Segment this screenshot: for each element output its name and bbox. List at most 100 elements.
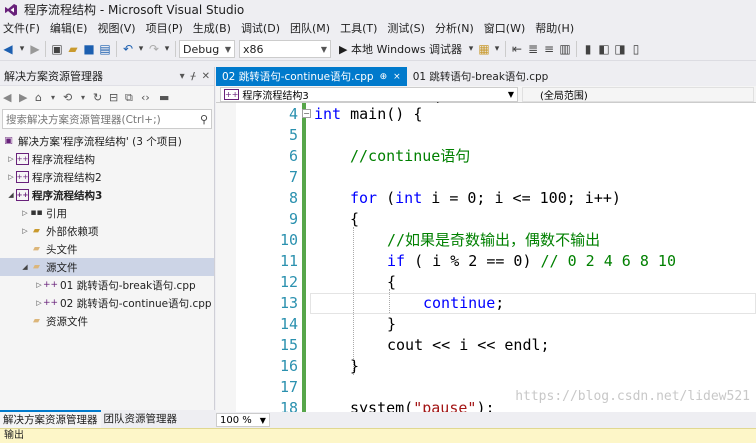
zoom-value: 100 % <box>220 414 252 426</box>
menu-team[interactable]: 团队(M) <box>287 19 337 38</box>
menu-window[interactable]: 窗口(W) <box>481 19 532 38</box>
panel-menu-icon[interactable]: ▾ <box>180 71 185 82</box>
tree-item-external-deps[interactable]: ▷ ▰ 外部依赖项 <box>0 222 214 240</box>
comment-icon[interactable]: ▥ <box>557 40 573 58</box>
menu-tools[interactable]: 工具(T) <box>337 19 384 38</box>
menu-build[interactable]: 生成(B) <box>190 19 238 38</box>
zoom-dropdown[interactable]: 100 % ▼ <box>216 413 270 427</box>
solution-search-input[interactable]: 搜索解决方案资源管理器(Ctrl+;) ⚲ <box>2 109 212 129</box>
code-line-9: { <box>350 210 360 228</box>
expand-icon[interactable]: ▷ <box>20 209 30 217</box>
code-line-16: } <box>350 357 360 375</box>
tree-item-references[interactable]: ▷ ▪▪ 引用 <box>0 204 214 222</box>
scope-dropdown[interactable]: (全局范围) <box>522 86 754 102</box>
project-dropdown[interactable]: ++ 程序流程结构3 ▼ <box>220 86 518 102</box>
keyword: if <box>387 252 406 270</box>
solution-configuration-dropdown[interactable]: Debug ▼ <box>179 40 235 58</box>
tree-item-resource-files[interactable]: ▰ 资源文件 <box>0 312 214 330</box>
bookmark-icon[interactable]: ▮ <box>580 40 596 58</box>
history-dropdown-icon[interactable]: ▾ <box>81 93 91 102</box>
code-line-8: for (int i = 0; i <= 100; i++) <box>350 188 621 209</box>
properties-icon[interactable]: ▬ <box>159 91 173 104</box>
pin-icon[interactable]: ⊕ <box>380 72 388 82</box>
project-icon: ++ <box>16 153 29 165</box>
project-icon: ++ <box>16 189 29 201</box>
forward-icon[interactable]: ▶ <box>19 91 33 104</box>
title-bar: 程序流程结构 - Microsoft Visual Studio <box>0 0 756 19</box>
outdent-icon[interactable]: ≡ <box>541 40 557 58</box>
redo-icon[interactable]: ↷ <box>146 40 162 58</box>
solution-platform-dropdown[interactable]: x86 ▼ <box>239 40 331 58</box>
solution-explorer-panel: 解决方案资源管理器 ▾ ᚋ ✕ ◀ ▶ ⌂ ▾ ⟲ ▾ ↻ ⊟ ⧉ ‹› ▬ 搜… <box>0 67 215 410</box>
code-editor[interactable]: 4 5 6 7 8 9 10 11 12 13 14 15 16 17 18 −… <box>216 103 756 412</box>
tree-item-source-files[interactable]: ◢ ▰ 源文件 <box>0 258 214 276</box>
tree-item-label: 头文件 <box>46 243 78 256</box>
expand-icon[interactable]: ▷ <box>6 173 16 181</box>
next-bookmark-icon[interactable]: ◨ <box>612 40 628 58</box>
expand-icon[interactable]: ▷ <box>20 227 30 235</box>
home-dropdown-icon[interactable]: ▾ <box>51 93 61 102</box>
history-icon[interactable]: ⟲ <box>63 91 79 104</box>
tab-break-cpp[interactable]: 01 跳转语句-break语句.cpp <box>407 67 555 86</box>
show-all-files-icon[interactable]: ⧉ <box>125 91 139 105</box>
redo-dropdown-icon[interactable]: ▾ <box>162 40 172 58</box>
code-line-13: continue; <box>423 293 504 314</box>
tree-item-project-2[interactable]: ▷ ++ 程序流程结构2 <box>0 168 214 186</box>
tree-item-project-1[interactable]: ▷ ++ 程序流程结构 <box>0 150 214 168</box>
menu-analyze[interactable]: 分析(N) <box>432 19 481 38</box>
prev-bookmark-icon[interactable]: ◧ <box>596 40 612 58</box>
menu-debug[interactable]: 调试(D) <box>238 19 287 38</box>
tab-continue-cpp[interactable]: 02 跳转语句-continue语句.cpp ⊕ × <box>216 67 407 86</box>
solution-platform-value: x86 <box>243 42 264 56</box>
cpp-file-icon: ++ <box>42 298 59 308</box>
tree-item-solution[interactable]: ▣ 解决方案'程序流程结构' (3 个项目) <box>0 132 214 150</box>
close-icon[interactable]: × <box>393 72 401 82</box>
collapse-all-icon[interactable]: ⊟ <box>109 91 123 104</box>
home-icon[interactable]: ⌂ <box>35 91 49 104</box>
indent-icon[interactable]: ≣ <box>525 40 541 58</box>
undo-icon[interactable]: ↶ <box>120 40 136 58</box>
step-icon[interactable]: ⇤ <box>509 40 525 58</box>
menu-view[interactable]: 视图(V) <box>94 19 142 38</box>
tree-item-header-files[interactable]: ▰ 头文件 <box>0 240 214 258</box>
open-file-icon[interactable]: ▰ <box>65 40 81 58</box>
line-number: 16 <box>279 357 298 375</box>
code-line-10: //如果是奇数输出，偶数不输出 <box>387 231 601 249</box>
tab-solution-explorer[interactable]: 解决方案资源管理器 <box>0 410 101 428</box>
debugger-dropdown-icon[interactable]: ▾ <box>466 40 476 58</box>
browse-icon[interactable]: ▦ <box>476 40 492 58</box>
save-all-icon[interactable]: ▤ <box>97 40 113 58</box>
tree-item-project-3[interactable]: ◢ ++ 程序流程结构3 <box>0 186 214 204</box>
menu-project[interactable]: 项目(P) <box>143 19 190 38</box>
tab-label: 02 跳转语句-continue语句.cpp <box>222 71 374 83</box>
forward-icon[interactable]: ▶ <box>28 40 42 58</box>
solution-tree: ▣ 解决方案'程序流程结构' (3 个项目) ▷ ++ 程序流程结构 ▷ ++ … <box>0 132 214 330</box>
tree-item-break-cpp[interactable]: ▷ ++ 01 跳转语句-break语句.cpp <box>0 276 214 294</box>
menu-help[interactable]: 帮助(H) <box>532 19 581 38</box>
output-panel-bar[interactable]: 输出 <box>0 428 756 443</box>
back-icon[interactable]: ◀ <box>3 91 17 104</box>
start-debugger-button[interactable]: ▶ 本地 Windows 调试器 <box>335 40 466 58</box>
line-number: 5 <box>288 126 298 144</box>
tree-item-continue-cpp[interactable]: ▷ ++ 02 跳转语句-continue语句.cpp <box>0 294 214 312</box>
save-icon[interactable]: ■ <box>81 40 97 58</box>
pin-icon[interactable]: ᚋ <box>191 71 196 82</box>
back-dropdown-icon[interactable]: ▾ <box>16 40 28 58</box>
back-icon[interactable]: ◀ <box>0 40 16 58</box>
menu-test[interactable]: 测试(S) <box>384 19 432 38</box>
code-line-14: } <box>387 315 397 333</box>
tab-team-explorer[interactable]: 团队资源管理器 <box>101 410 181 428</box>
undo-dropdown-icon[interactable]: ▾ <box>136 40 146 58</box>
clear-bookmark-icon[interactable]: ▯ <box>628 40 644 58</box>
close-icon[interactable]: ✕ <box>202 71 210 82</box>
menu-file[interactable]: 文件(F) <box>0 19 47 38</box>
refresh-icon[interactable]: ↻ <box>93 91 107 104</box>
collapse-icon[interactable]: ◢ <box>20 263 30 271</box>
expand-icon[interactable]: ▷ <box>6 155 16 163</box>
view-code-icon[interactable]: ‹› <box>141 91 157 104</box>
toolbar-overflow-icon[interactable]: ▾ <box>492 40 502 58</box>
tree-item-label: 源文件 <box>46 261 78 274</box>
new-project-icon[interactable]: ▣ <box>49 40 65 58</box>
collapse-icon[interactable]: ◢ <box>6 191 16 199</box>
menu-edit[interactable]: 编辑(E) <box>47 19 95 38</box>
